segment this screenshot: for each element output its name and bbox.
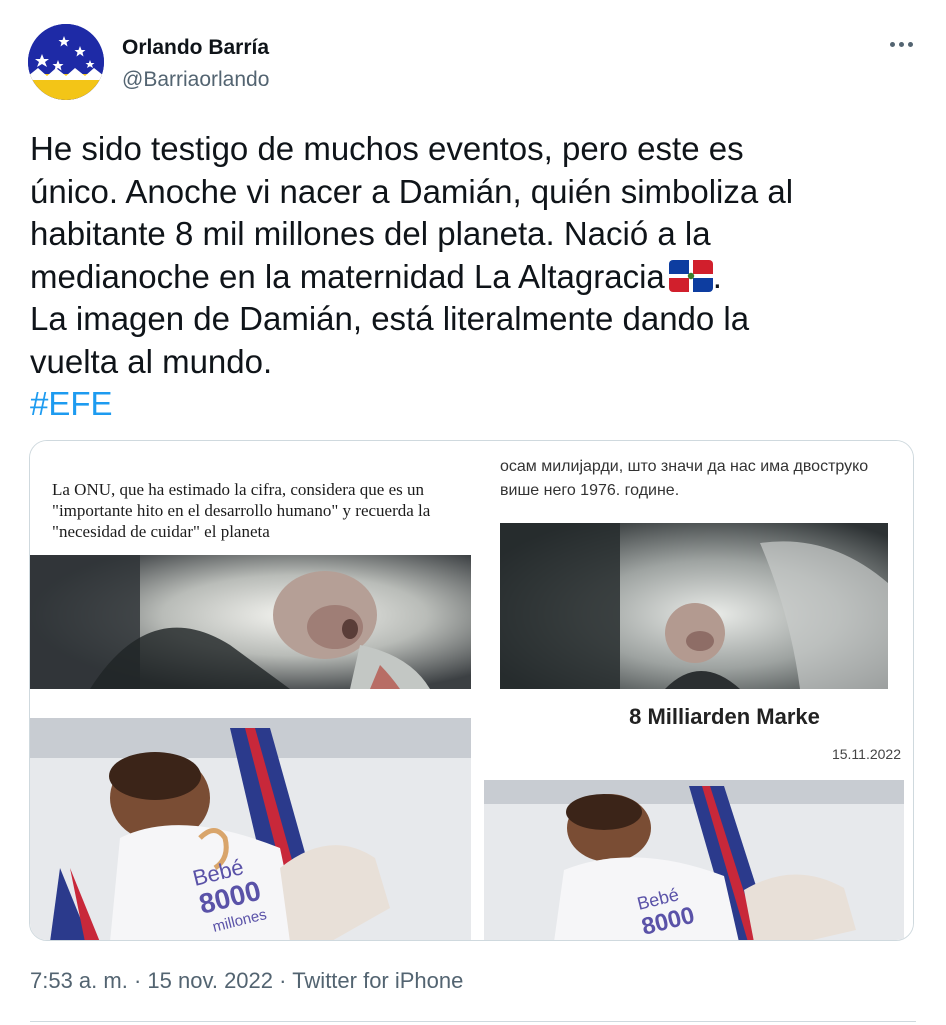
media-tile-3[interactable]: Bebé 8000 millones [30, 692, 471, 940]
meta-separator: · [133, 968, 142, 993]
author-name[interactable]: Orlando Barría [122, 36, 269, 60]
tweet-line: vuelta al mundo. [30, 342, 273, 380]
tweet-line: He sido testigo de muchos eventos, pero … [30, 130, 744, 167]
newborn-onesie-photo: Bebé 8000 millones [30, 718, 471, 940]
tweet-time[interactable]: 7:53 a. m. [30, 968, 128, 993]
tweet-date[interactable]: 15 nov. 2022 [147, 968, 273, 993]
news-caption-serbian: осам милијарди, што значи да нас има дво… [500, 458, 869, 499]
newborn-photo [30, 555, 471, 689]
media-tile-1[interactable]: La ONU, que ha estimado la cifra, consid… [30, 441, 471, 689]
divider [30, 1021, 916, 1022]
tweet-line: La imagen de Damián, está literalmente d… [30, 300, 750, 337]
more-options-icon[interactable] [886, 34, 916, 54]
news-date: 15.11.2022 [831, 746, 901, 762]
avatar[interactable] [28, 24, 104, 100]
media-grid: La ONU, que ha estimado la cifra, consid… [29, 440, 914, 941]
news-headline-german: 8 Milliarden Marke [629, 704, 820, 729]
author-handle[interactable]: @Barriaorlando [122, 68, 269, 92]
tweet-line-text: medianoche en la maternidad La Altagraci… [30, 257, 665, 295]
tweet-text: He sido testigo de muchos eventos, pero … [30, 128, 910, 426]
stars-avatar-icon [28, 24, 104, 100]
meta-separator: · [279, 968, 287, 993]
media-tile-4[interactable]: 8 Milliarden Marke 15.11.2022 Bebé 8000 [474, 692, 913, 940]
tweet-meta: 7:53 a. m. · 15 nov. 2022 · Twitter for … [30, 968, 463, 994]
hashtag-link[interactable]: #EFE [30, 383, 910, 426]
media-tile-2[interactable]: осам милијарди, што значи да нас има дво… [474, 441, 913, 689]
tweet-line: habitante 8 mil millones del planeta. Na… [30, 215, 711, 252]
news-caption-spanish: La ONU, que ha estimado la cifra, consid… [52, 480, 431, 541]
tweet-line-with-flag: medianoche en la maternidad La Altagraci… [30, 256, 910, 299]
tweet-source[interactable]: Twitter for iPhone [292, 968, 463, 993]
dominican-republic-flag-icon [668, 259, 713, 292]
tweet-line-suffix: . [712, 257, 722, 295]
newborn-delivery-photo [500, 523, 888, 689]
newborn-onesie-photo-2: Bebé 8000 [484, 780, 904, 940]
tweet-line: único. Anoche vi nacer a Damián, quién s… [30, 172, 794, 210]
